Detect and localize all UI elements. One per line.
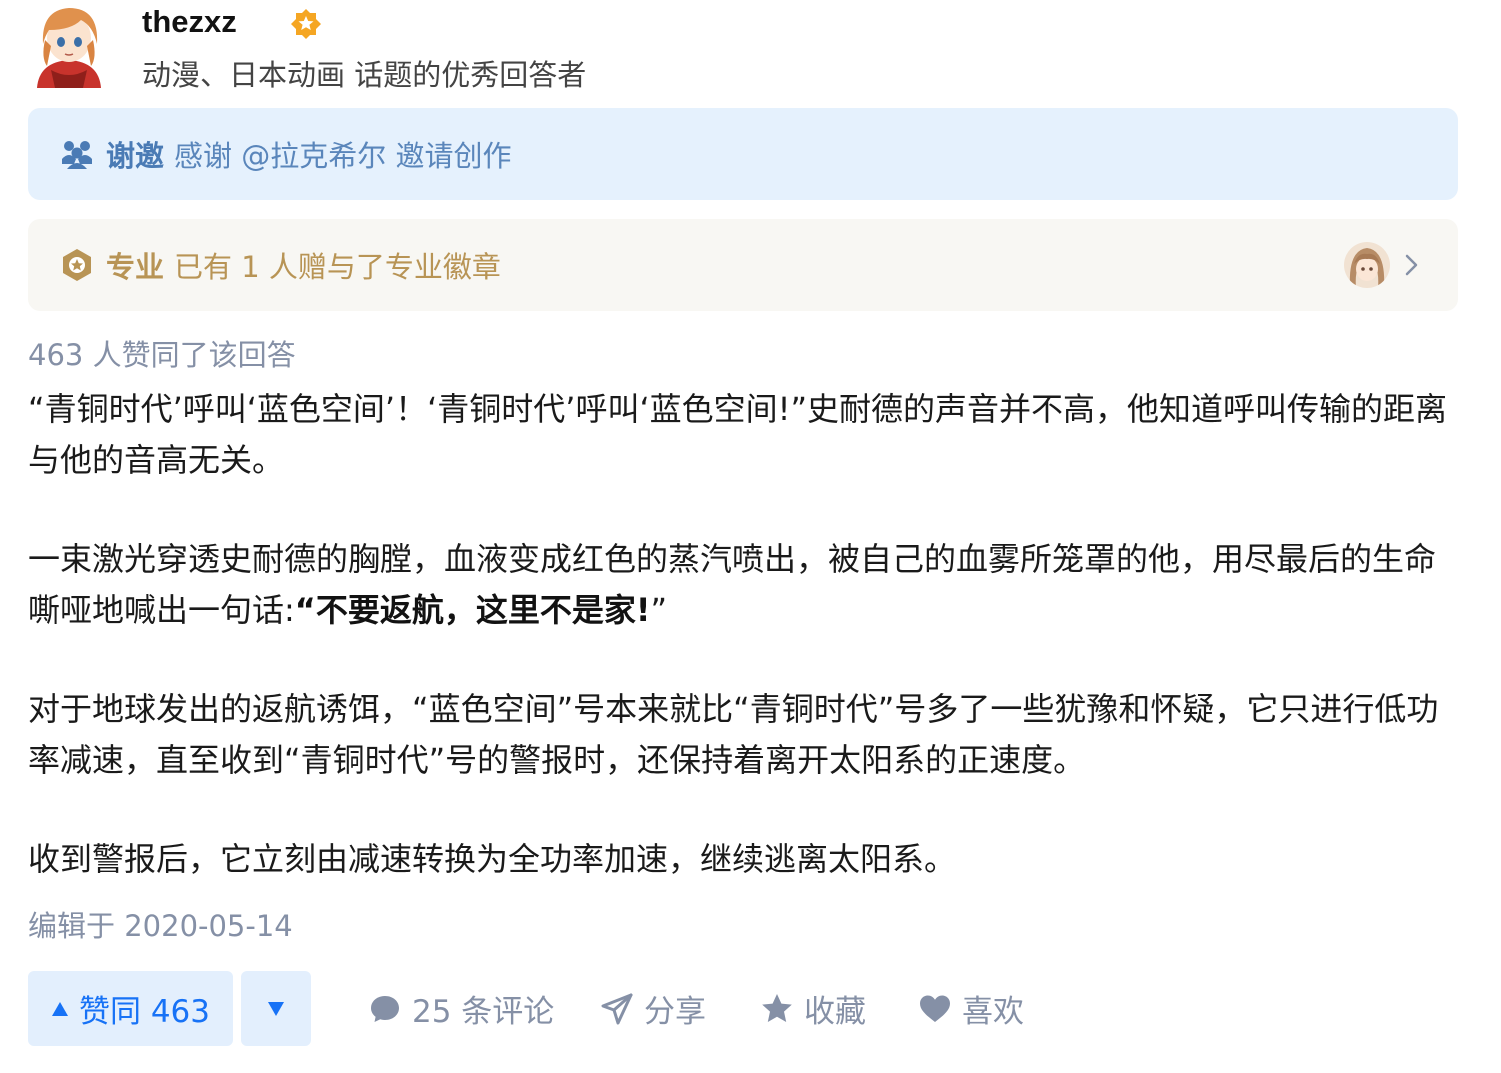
vote-up-label: 赞同 463 [78,994,211,1030]
vote-up-button[interactable]: 赞同 463 [28,971,233,1046]
votes-summary[interactable]: 463 人赞同了该回答 [28,332,296,374]
invite-people-icon [62,141,92,169]
professional-tag: 专业 [106,250,165,284]
badge-giver-avatar[interactable] [1344,242,1390,288]
professional-badge-icon [63,249,91,281]
comments-button[interactable]: 25 条评论 [368,971,554,1046]
author-header: thezxz 动漫、日本动画 话题的优秀回答者 [28,0,1468,92]
quote-close-mark: ” [650,591,668,629]
triangle-down-icon [268,1001,284,1016]
paragraph-text: 一束激光穿透史耐德的胸膛，血液变成红色的蒸汽喷出，被自己的血雾所笼罩的他，用尽最… [28,540,1437,629]
edited-timestamp[interactable]: 编辑于 2020-05-14 [28,903,293,945]
answer-paragraph: 收到警报后，它立刻由减速转换为全功率加速，继续逃离太阳系。 [28,840,957,878]
comment-icon [371,995,399,1022]
quote-open-mark: “ [294,591,316,629]
professional-badge-card[interactable]: 专业 已有 1 人赠与了专业徽章 [28,219,1458,311]
answer-paragraph: 一束激光穿透史耐德的胸膛，血液变成红色的蒸汽喷出，被自己的血雾所笼罩的他，用尽最… [28,534,1448,636]
answer-content: “青铜时代’呼叫‘蓝色空间’！‘青铜时代’呼叫‘蓝色空间!”史耐德的声音并不高，… [28,384,1448,933]
share-button[interactable]: 分享 [600,971,706,1046]
like-label: 喜欢 [962,994,1024,1030]
professional-text: 已有 1 人赠与了专业徽章 [174,250,501,284]
bold-quote: 不要返航，这里不是家! [315,591,651,629]
author-avatar[interactable] [31,0,107,88]
vote-down-button[interactable] [241,971,311,1046]
author-name[interactable]: thezxz [142,4,237,40]
answer-paragraph: 对于地球发出的返航诱饵，“蓝色空间”号本来就比“青铜时代”号多了一些犹豫和怀疑，… [28,690,1439,779]
collect-button[interactable]: 收藏 [760,971,866,1046]
author-description: 动漫、日本动画 话题的优秀回答者 [142,58,587,92]
comments-label: 25 条评论 [412,994,555,1030]
action-bar: 赞同 463 25 条评论 分享 收藏 喜欢 [28,971,1468,1046]
answer-paragraph: “青铜时代’呼叫‘蓝色空间’！‘青铜时代’呼叫‘蓝色空间!”史耐德的声音并不高，… [28,390,1448,479]
invite-card: 谢邀 感谢 @拉克希尔 邀请创作 [28,108,1458,200]
invite-tag: 谢邀 [106,139,165,173]
star-icon [762,993,792,1022]
verified-badge-icon [291,9,321,39]
heart-icon [920,995,950,1022]
invite-text[interactable]: 感谢 @拉克希尔 邀请创作 [174,133,511,175]
chevron-right-icon[interactable] [1398,252,1424,278]
share-icon [601,993,633,1024]
share-label: 分享 [644,994,706,1030]
like-button[interactable]: 喜欢 [918,971,1024,1046]
collect-label: 收藏 [804,994,866,1030]
triangle-up-icon [51,1001,68,1016]
